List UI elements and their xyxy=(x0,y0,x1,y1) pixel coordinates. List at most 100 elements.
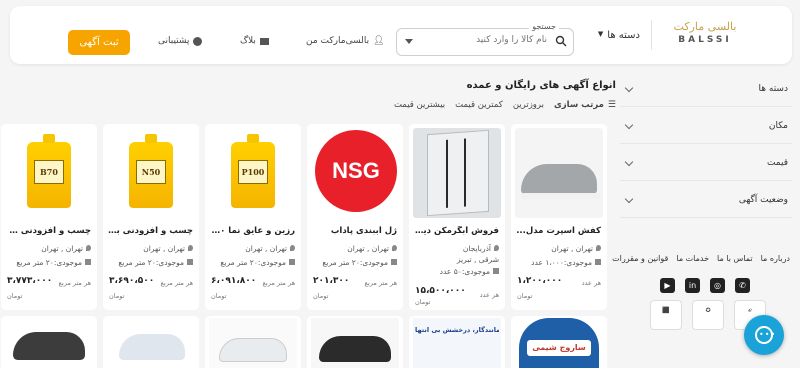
product-location: آذربایجان xyxy=(413,244,499,253)
filter-label: وضعیت آگهی xyxy=(738,195,788,205)
product-location: تهران , تهران xyxy=(5,244,91,253)
stock-icon xyxy=(391,259,397,265)
logo-text-en: BALSSI xyxy=(678,35,732,45)
product-currency: تومان xyxy=(415,298,431,306)
support-icon xyxy=(193,36,203,46)
page-title: انواع آگهی های رایگان و عمده xyxy=(466,80,616,91)
sort-label-text: مرتب سازی xyxy=(553,100,604,110)
location-icon xyxy=(188,245,193,251)
product-title: چسب و افزودنی ملا... xyxy=(5,226,91,236)
filter-ad-status[interactable]: وضعیت آگهی xyxy=(620,181,792,218)
nav-support[interactable]: پشتیبانی xyxy=(158,36,203,46)
product-location: تهران , تهران xyxy=(107,244,193,253)
product-currency: تومان xyxy=(517,292,533,300)
sort-cheapest[interactable]: کمترین قیمت xyxy=(455,100,503,110)
product-location: تهران , تهران xyxy=(311,244,397,253)
product-label: P100 xyxy=(238,160,268,184)
product-title: چسب و افزودنی بتن... xyxy=(107,226,193,236)
product-image xyxy=(311,318,399,368)
product-card[interactable]: ساروج شیمی xyxy=(511,316,607,368)
filter-sidebar: دسته ها مکان قیمت وضعیت آگهی xyxy=(620,70,792,218)
product-card[interactable] xyxy=(205,316,301,368)
product-stock: موجودی:۲۰ متر مربع xyxy=(311,258,397,267)
product-stock: موجودی:۲۰ متر مربع xyxy=(5,258,91,267)
product-card[interactable]: تمیزی مانندگار، درخشش بی انتها xyxy=(409,316,505,368)
instagram-icon[interactable]: ◎ xyxy=(710,278,725,293)
post-ad-button[interactable]: ثبت آگهی xyxy=(68,30,130,55)
link-services[interactable]: خدمات ما xyxy=(676,254,709,263)
link-about[interactable]: درباره ما xyxy=(761,254,790,263)
site-logo[interactable]: بالسی مارکت BALSSI xyxy=(666,20,744,52)
stock-icon xyxy=(289,259,295,265)
link-contact[interactable]: تماس با ما xyxy=(717,254,753,263)
product-currency: تومان xyxy=(211,292,227,300)
chat-button[interactable]: ••• xyxy=(744,315,784,355)
sort-label: ☰ مرتب سازی xyxy=(554,100,616,110)
product-currency: تومان xyxy=(313,292,329,300)
product-image: B70 xyxy=(5,128,93,218)
product-unit: هر متر مربع xyxy=(364,279,397,287)
product-card[interactable]: فروش آبگرمکن دیوار... آذربایجان شرقی , ت… xyxy=(409,124,505,310)
trust-badge[interactable]: ✪ xyxy=(692,300,724,330)
whatsapp-icon[interactable]: ✆ xyxy=(735,278,750,293)
product-card[interactable]: B70 چسب و افزودنی ملا... تهران , تهران م… xyxy=(1,124,97,310)
product-location-2: شرقی , تبریز xyxy=(456,255,499,264)
product-title: فروش آبگرمکن دیوار... xyxy=(413,226,499,236)
sort-expensive[interactable]: بیشترین قیمت xyxy=(394,100,445,110)
sort-newest[interactable]: بروزترین xyxy=(513,100,544,110)
product-card[interactable] xyxy=(307,316,403,368)
nav-account-label: بالسی‌مارکت من xyxy=(306,36,370,46)
categories-label: دسته ها xyxy=(607,30,640,41)
product-price: ۲۰۱،۳۰۰ xyxy=(313,276,350,286)
product-card[interactable]: NSG ژل آببندی پاداب تهران , تهران موجودی… xyxy=(307,124,403,310)
product-stock: موجودی:۵۰ عدد xyxy=(413,267,499,276)
chevron-down-icon: ▼ xyxy=(597,30,604,38)
product-label: ساروج شیمی xyxy=(527,340,591,356)
chevron-down-icon xyxy=(624,120,634,130)
product-location: تهران , تهران xyxy=(515,244,601,253)
location-icon xyxy=(596,245,601,251)
product-price: ۳،۷۷۳،۰۰۰ xyxy=(7,276,53,286)
product-unit: هر متر مربع xyxy=(262,279,295,287)
search-dropdown-icon[interactable] xyxy=(405,39,413,44)
chevron-down-icon xyxy=(624,194,634,204)
nav-blog[interactable]: بلاگ xyxy=(240,36,269,46)
linkedin-icon[interactable]: in xyxy=(685,278,700,293)
product-label: N50 xyxy=(136,160,166,184)
sort-icon: ☰ xyxy=(607,100,616,110)
product-image: ساروج شیمی xyxy=(519,318,599,368)
location-icon xyxy=(494,245,499,251)
product-image xyxy=(413,128,501,218)
youtube-icon[interactable]: ▶ xyxy=(660,278,675,293)
nav-account[interactable]: 👤︎ بالسی‌مارکت من xyxy=(306,36,385,46)
filter-categories[interactable]: دسته ها xyxy=(620,70,792,107)
product-card[interactable] xyxy=(1,316,97,368)
stock-icon xyxy=(85,259,91,265)
chevron-down-icon xyxy=(624,83,634,93)
product-image xyxy=(209,318,297,368)
search-input[interactable] xyxy=(427,35,547,45)
search-icon[interactable] xyxy=(555,35,567,47)
filter-price[interactable]: قیمت xyxy=(620,144,792,181)
search-box[interactable]: جستجو xyxy=(396,22,574,56)
chevron-down-icon xyxy=(624,157,634,167)
product-price: ۱،۲۰۰،۰۰۰ xyxy=(517,276,563,286)
product-card[interactable]: N50 چسب و افزودنی بتن... تهران , تهران م… xyxy=(103,124,199,310)
product-stock: موجودی:۲۰ متر مربع xyxy=(107,258,193,267)
product-price: ۶،۰۹۱،۸۰۰ xyxy=(211,276,257,286)
product-card[interactable]: کفش اسپرت مدل... تهران , تهران موجودی:۱،… xyxy=(511,124,607,310)
header-divider xyxy=(651,20,652,50)
product-card[interactable]: P100 رزین و عایق نما p۱۰۰ تهران , تهران … xyxy=(205,124,301,310)
filter-location[interactable]: مکان xyxy=(620,107,792,144)
top-header: بالسی مارکت BALSSI دسته ها ▼ جستجو 👤︎ با… xyxy=(10,6,792,64)
stock-icon xyxy=(595,259,601,265)
link-rules[interactable]: قوانین و مقررات xyxy=(612,254,668,263)
categories-menu[interactable]: دسته ها ▼ xyxy=(598,30,640,41)
location-icon xyxy=(290,245,295,251)
trust-badge[interactable]: ⬛ xyxy=(650,300,682,330)
filter-label: قیمت xyxy=(766,158,788,168)
product-card[interactable] xyxy=(103,316,199,368)
product-label: B70 xyxy=(34,160,64,184)
product-unit: هر متر مربع xyxy=(58,279,91,287)
product-stock: موجودی:۱،۰۰۰ عدد xyxy=(515,258,601,267)
